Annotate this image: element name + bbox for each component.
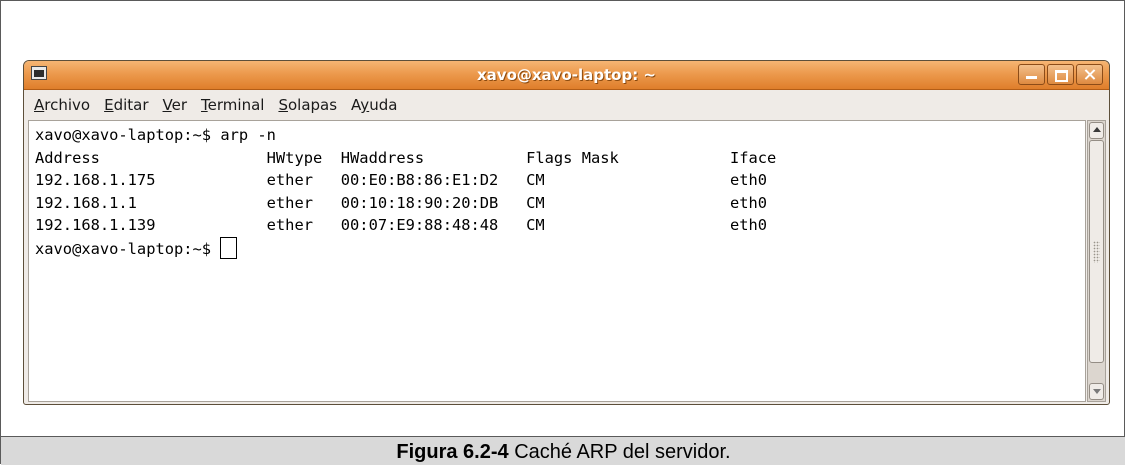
scroll-up-arrow-icon[interactable] [1089, 122, 1104, 139]
menu-archivo[interactable]: Archivo [34, 96, 90, 114]
text-cursor [220, 236, 238, 259]
terminal-line: xavo@xavo-laptop:~$ arp -n [35, 126, 276, 144]
vertical-scrollbar[interactable] [1087, 120, 1106, 402]
figure-number: Figura 6.2-4 [396, 441, 509, 463]
menu-ver[interactable]: Ver [163, 96, 188, 114]
scrollbar-thumb[interactable] [1089, 140, 1104, 363]
window-controls [1018, 64, 1103, 85]
menu-editar[interactable]: Editar [104, 96, 148, 114]
figure-caption: Figura 6.2-4 Caché ARP del servidor. [1, 436, 1125, 465]
menu-terminal[interactable]: Terminal [201, 96, 264, 114]
terminal-window: xavo@xavo-laptop: ~ Archivo Editar Ver T… [23, 60, 1110, 405]
menu-bar: Archivo Editar Ver Terminal Solapas Ayud… [24, 90, 1109, 120]
maximize-icon[interactable] [1047, 64, 1074, 85]
caption-text: Caché ARP del servidor. [508, 441, 731, 463]
minimize-icon[interactable] [1018, 64, 1045, 85]
terminal-line: 192.168.1.175 ether 00:E0:B8:86:E1:D2 CM… [35, 171, 768, 189]
terminal-line: 192.168.1.1 ether 00:10:18:90:20:DB CM e… [35, 193, 768, 212]
grip-icon [1093, 241, 1100, 263]
scroll-down-arrow-icon[interactable] [1089, 383, 1104, 400]
terminal-line: 192.168.1.139 ether 00:07:E9:88:48:48 CM… [35, 216, 768, 234]
menu-ayuda[interactable]: Ayuda [351, 96, 397, 114]
window-title: xavo@xavo-laptop: ~ [477, 66, 656, 84]
menu-solapas[interactable]: Solapas [278, 96, 337, 114]
terminal-area[interactable]: xavo@xavo-laptop:~$ arp -n Address HWtype… [28, 120, 1086, 402]
terminal-prompt-line: xavo@xavo-laptop:~$ [35, 236, 776, 261]
terminal-prompt: xavo@xavo-laptop:~$ [35, 239, 221, 258]
title-bar[interactable]: xavo@xavo-laptop: ~ [24, 61, 1109, 90]
close-icon[interactable] [1076, 64, 1103, 85]
figure-frame: xavo@xavo-laptop: ~ Archivo Editar Ver T… [0, 0, 1125, 465]
terminal-output: xavo@xavo-laptop:~$ arp -n Address HWtype… [35, 124, 776, 260]
terminal-line: Address HWtype HWaddress Flags Mask Ifac… [35, 148, 777, 167]
